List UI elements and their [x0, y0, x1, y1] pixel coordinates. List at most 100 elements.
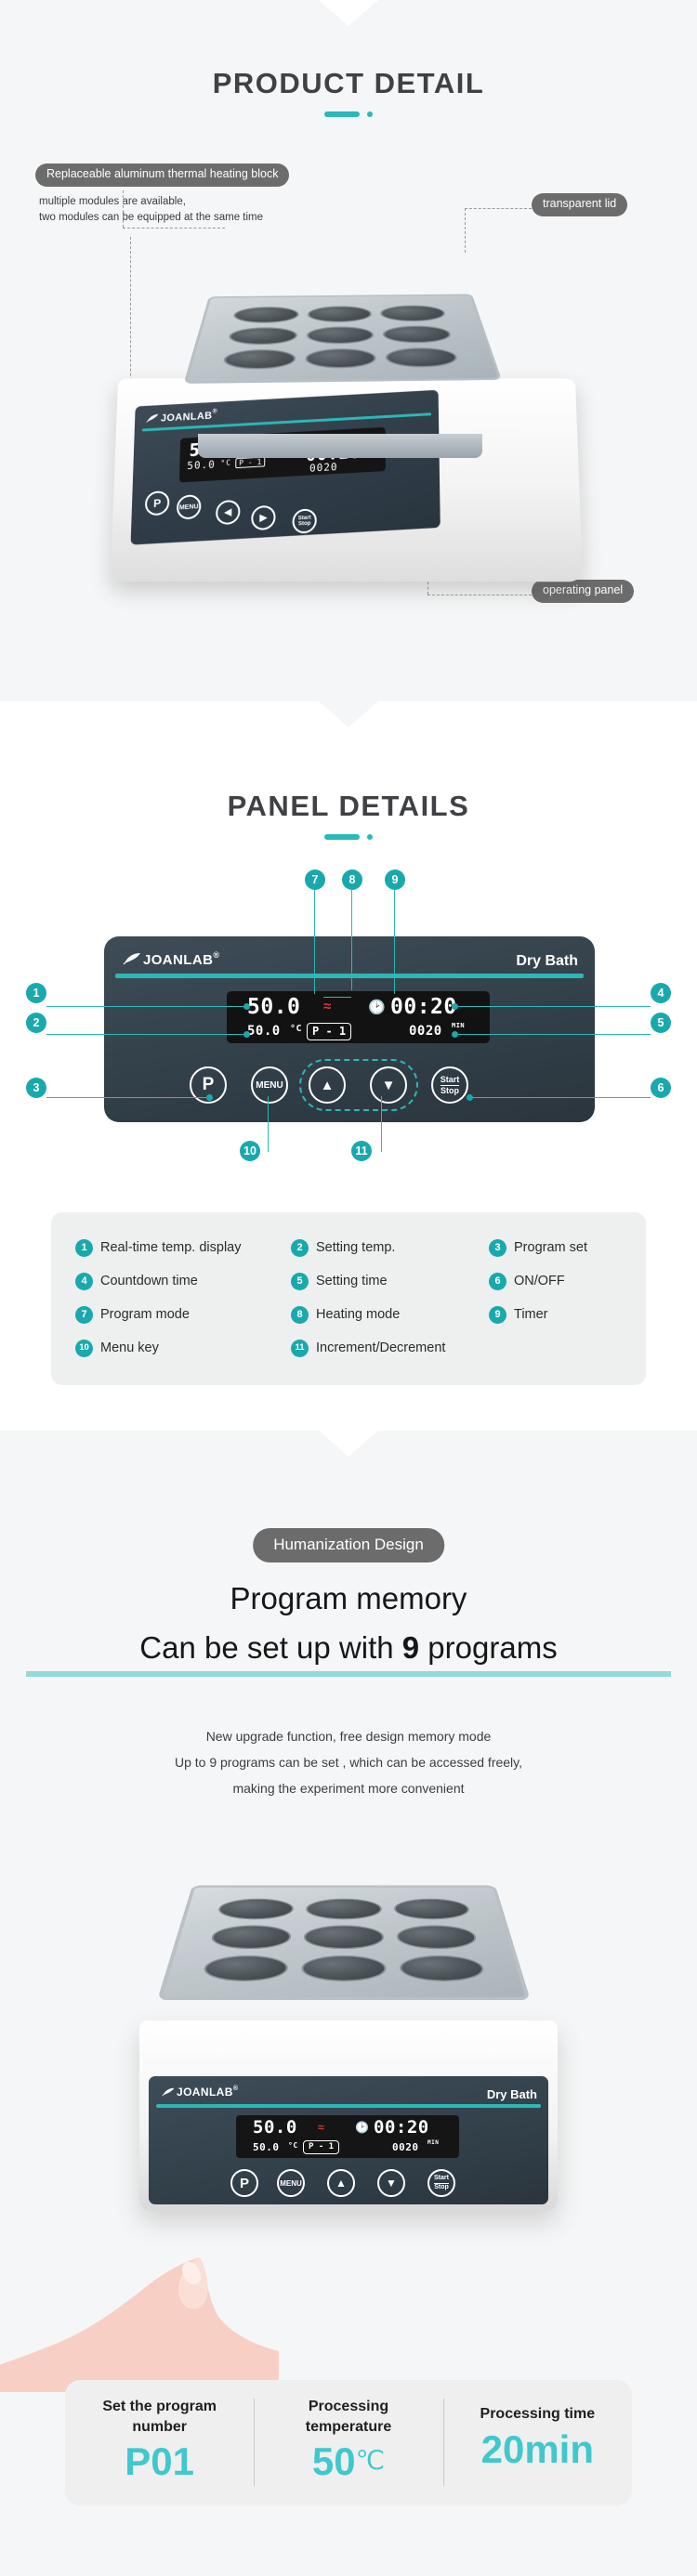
legend-label-1: Real-time temp. display — [100, 1240, 242, 1255]
lcd-temp-unit-bottom: °C — [288, 2141, 298, 2150]
legend-num-5: 5 — [291, 1272, 309, 1290]
legend-label-4: Countdown time — [100, 1274, 198, 1288]
legend-label-3: Program set — [514, 1240, 587, 1255]
program-button[interactable]: P — [144, 490, 170, 517]
device-body-bottom: JOANLAB® Dry Bath 50.0 ≈ 🕑 00:20 50.0 °C… — [139, 2020, 558, 2211]
sample-well — [385, 347, 460, 368]
brand-logo-group: JOANLAB® — [146, 409, 217, 425]
callout-2: 2 — [26, 1013, 46, 1033]
menu-button[interactable]: MENU — [176, 494, 202, 520]
headline-post: programs — [419, 1630, 558, 1665]
callout-6-line — [470, 1097, 651, 1098]
callout-10: 10 — [240, 1141, 260, 1161]
panel-lcd-screen: 50.0 ≈ 🕑 00:20 50.0 °C P - 1 0020 MIN — [227, 991, 490, 1043]
panel-model-label: Dry Bath — [516, 953, 578, 969]
panel-menu-button[interactable]: MENU — [251, 1066, 288, 1104]
sample-well — [395, 1925, 480, 1949]
sample-well — [201, 1955, 290, 1981]
spec-value-temperature: 50 — [311, 2439, 356, 2484]
callout-2-line — [46, 1034, 245, 1035]
start-stop-button-bottom[interactable]: Start Stop — [427, 2169, 455, 2197]
transparent-lid-label: transparent lid — [532, 193, 628, 216]
callout-1-dot — [243, 1003, 250, 1010]
lcd-program-bottom: P - 1 — [303, 2140, 340, 2154]
panel-lcd-current-temp: 50.0 — [247, 995, 301, 1019]
headline-pre: Can be set up with — [139, 1630, 402, 1665]
spec-label-program-number: Set the program number — [102, 2399, 217, 2435]
spec-cell-time: Processing time 20min — [442, 2380, 632, 2505]
callout-7: 7 — [305, 870, 325, 890]
product-detail-heading: PRODUCT DETAIL — [0, 67, 697, 118]
callout-3: 3 — [26, 1078, 46, 1098]
callout-6-dot — [467, 1094, 473, 1101]
legend-label-7: Program mode — [100, 1307, 190, 1322]
panel-lcd-set-time: 0020 — [409, 1024, 442, 1039]
legend-item-9: 9 Timer — [489, 1305, 633, 1324]
device-control-panel: JOANLAB® Dry Bath 50.0 50.0 ≈ ◉ 🕑 00:20 … — [130, 389, 441, 545]
heating-block-label: Replaceable aluminum thermal heating blo… — [35, 163, 290, 187]
legend-num-4: 4 — [75, 1272, 93, 1290]
transparent-lid-leader-h — [465, 208, 532, 209]
feather-icon — [162, 2087, 175, 2097]
lcd-time-unit-bottom: MIN — [427, 2139, 440, 2146]
down-button-bottom[interactable]: ▼ — [377, 2169, 405, 2197]
callout-9-line — [394, 890, 395, 994]
panel-lcd-program: P - 1 — [307, 1023, 352, 1040]
program-button-bottom[interactable]: P — [230, 2169, 258, 2197]
panel-start-stop-button[interactable]: Start Stop — [431, 1066, 468, 1104]
heating-block-note: multiple modules are available, two modu… — [39, 196, 264, 223]
panel-lcd-set-temp: 50.0 — [247, 1024, 281, 1039]
panel-down-button[interactable]: ▼ — [370, 1066, 407, 1104]
up-button[interactable]: ◀ — [215, 499, 241, 526]
panel-diagram: JOANLAB® Dry Bath 50.0 ≈ 🕑 00:20 50.0 °C… — [104, 936, 595, 1122]
start-stop-button[interactable]: Start Stop — [292, 508, 317, 534]
spec-value-time: 20min — [480, 2426, 595, 2471]
feather-icon — [123, 953, 140, 965]
callout-7-line — [314, 890, 315, 994]
sample-well — [221, 349, 296, 370]
product-detail-title: PRODUCT DETAIL — [212, 67, 485, 99]
device-control-panel-bottom: JOANLAB® Dry Bath 50.0 ≈ 🕑 00:20 50.0 °C… — [149, 2076, 548, 2204]
legend-item-6: 6 ON/OFF — [489, 1272, 633, 1290]
humanization-paragraph: New upgrade function, free design memory… — [174, 1729, 523, 1796]
brand-name: JOANLAB — [160, 410, 213, 425]
sample-well — [392, 1898, 472, 1920]
transparent-lid — [183, 294, 503, 385]
legend-label-2: Setting temp. — [316, 1240, 396, 1255]
panel-accent-line-bottom — [156, 2104, 541, 2108]
device-model-label-bottom: Dry Bath — [486, 2087, 537, 2101]
legend-item-11: 11 Increment/Decrement — [291, 1339, 489, 1357]
heating-block-leader-h — [123, 228, 225, 229]
callout-5-dot — [452, 1031, 458, 1038]
panel-accent-line-big — [115, 974, 584, 978]
callout-3-line — [46, 1097, 208, 1098]
legend-label-11: Increment/Decrement — [316, 1340, 446, 1355]
title-rule-decoration — [311, 111, 386, 118]
feather-icon — [146, 413, 159, 424]
panel-brand-group: JOANLAB® — [123, 950, 219, 968]
legend-item-5: 5 Setting time — [291, 1272, 489, 1290]
callout-4: 4 — [651, 983, 671, 1003]
up-button-bottom[interactable]: ▲ — [327, 2169, 355, 2197]
legend-label-9: Timer — [514, 1307, 548, 1322]
callout-4-line — [455, 1006, 651, 1007]
brand-logo-group-bottom: JOANLAB® — [162, 2086, 238, 2099]
legend-label-6: ON/OFF — [514, 1274, 565, 1288]
legend-item-3: 3 Program set — [489, 1238, 633, 1257]
heating-block-leader-v — [123, 190, 124, 228]
lcd-temp-unit: °C — [220, 458, 232, 468]
callout-1-line — [46, 1006, 245, 1007]
legend-item-1: 1 Real-time temp. display — [75, 1238, 291, 1257]
menu-button-bottom[interactable]: MENU — [277, 2169, 305, 2197]
legend-num-9: 9 — [489, 1305, 506, 1324]
callout-5-line — [455, 1034, 651, 1035]
panel-up-button[interactable]: ▲ — [309, 1066, 346, 1104]
humanization-badge: Humanization Design — [253, 1528, 444, 1563]
product-photo-bottom: JOANLAB® Dry Bath 50.0 ≈ 🕑 00:20 50.0 °C… — [112, 1849, 595, 2257]
lid-front-edge — [198, 434, 482, 458]
callout-8-line-h — [323, 997, 351, 998]
panel-lcd-time-unit: MIN — [452, 1022, 466, 1029]
panel-details-heading: PANEL DETAILS — [0, 790, 697, 841]
start-label-bottom: Start — [434, 2175, 449, 2182]
down-button[interactable]: ▶ — [251, 504, 276, 531]
